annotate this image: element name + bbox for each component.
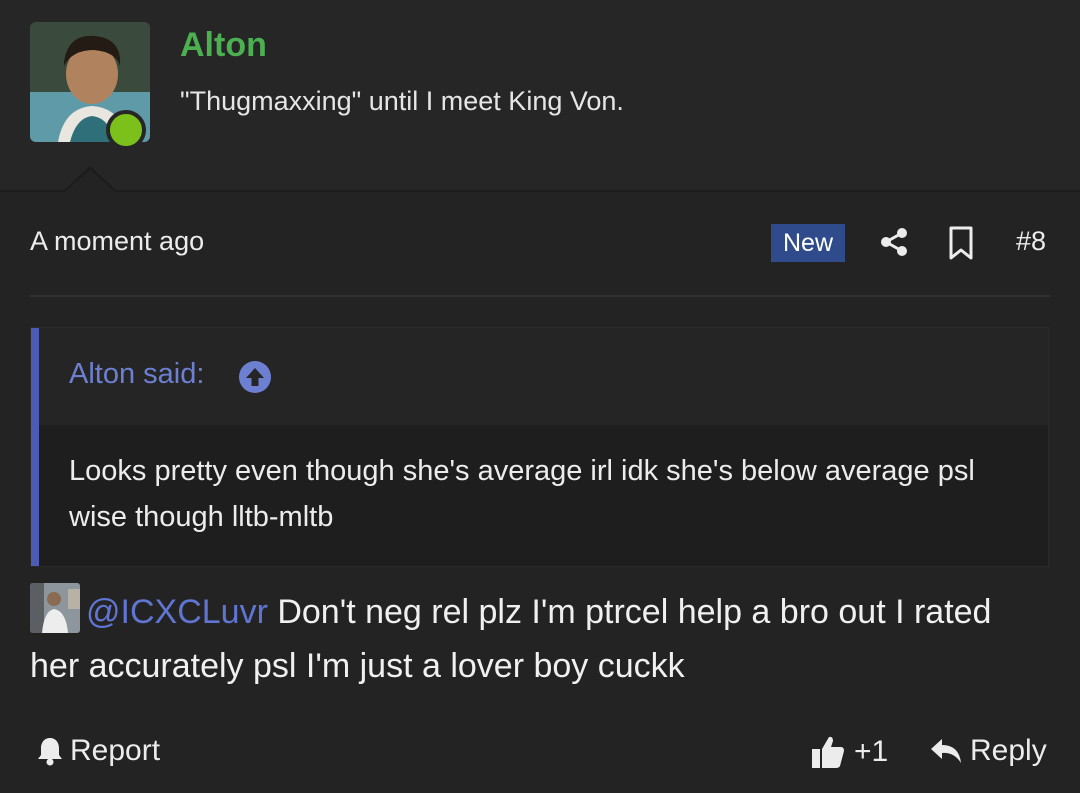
username[interactable]: Alton xyxy=(180,26,267,65)
post-meta-row: A moment ago New #8 xyxy=(30,222,1050,266)
reply-label: Reply xyxy=(970,734,1047,767)
share-icon[interactable] xyxy=(878,226,910,258)
post-number[interactable]: #8 xyxy=(1016,226,1046,257)
arrow-up-circle-icon[interactable] xyxy=(238,360,272,394)
reply-icon xyxy=(931,739,961,763)
post-author-header: Alton "Thugmaxxing" until I meet King Vo… xyxy=(0,0,1080,192)
post-footer: Report +1 Reply xyxy=(30,730,1050,776)
report-button[interactable]: Report xyxy=(36,734,160,768)
like-count: +1 xyxy=(854,735,889,768)
user-mention[interactable]: @ICXCLuvr xyxy=(86,593,268,631)
post-message: @ICXCLuvr Don't neg rel plz I'm ptrcel h… xyxy=(30,583,1030,693)
mention-avatar xyxy=(30,583,80,633)
new-badge: New xyxy=(771,224,845,262)
bookmark-icon[interactable] xyxy=(947,226,975,260)
online-status-indicator xyxy=(106,110,146,150)
quote-author[interactable]: Alton said: xyxy=(69,358,204,391)
user-title: "Thugmaxxing" until I meet King Von. xyxy=(180,86,624,116)
report-label: Report xyxy=(70,734,161,767)
quote-block: Alton said: Looks pretty even though she… xyxy=(30,327,1049,567)
divider xyxy=(30,295,1050,297)
reply-button[interactable]: Reply xyxy=(930,734,1047,768)
post-timestamp[interactable]: A moment ago xyxy=(30,226,204,257)
header-pointer-fill xyxy=(64,169,116,193)
thumbs-up-icon xyxy=(812,736,844,768)
quote-accent-bar xyxy=(31,328,39,566)
quote-text: Looks pretty even though she's average i… xyxy=(69,455,975,533)
bell-icon xyxy=(38,738,62,766)
like-button[interactable]: +1 xyxy=(810,734,888,770)
quote-header: Alton said: xyxy=(39,328,1048,425)
